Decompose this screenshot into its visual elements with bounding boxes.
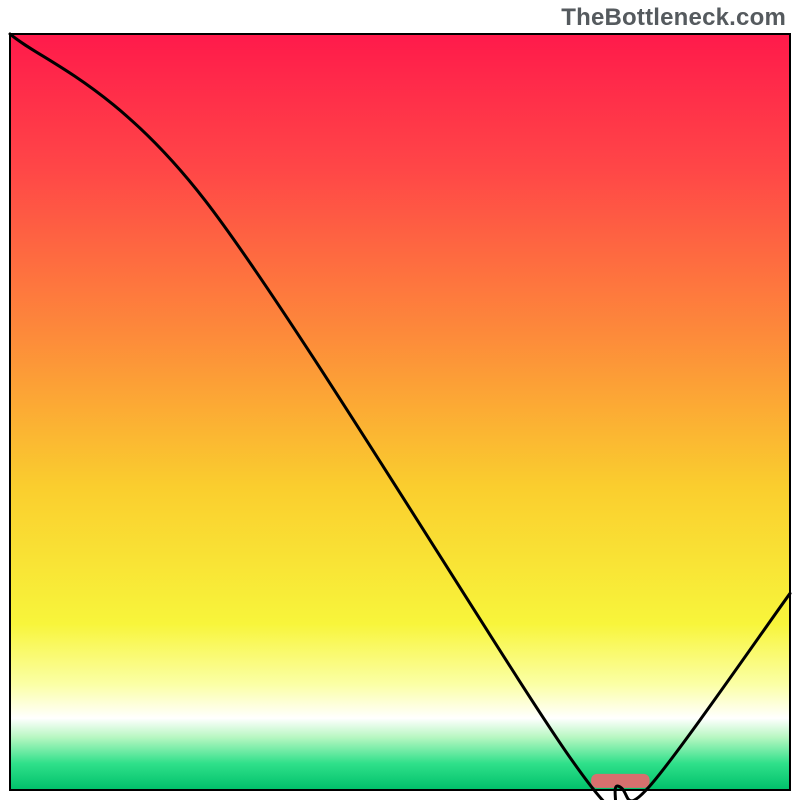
watermark-text: TheBottleneck.com [561,4,786,32]
bottleneck-chart [0,0,800,800]
plot-background [10,34,790,790]
chart-container: TheBottleneck.com [0,0,800,800]
